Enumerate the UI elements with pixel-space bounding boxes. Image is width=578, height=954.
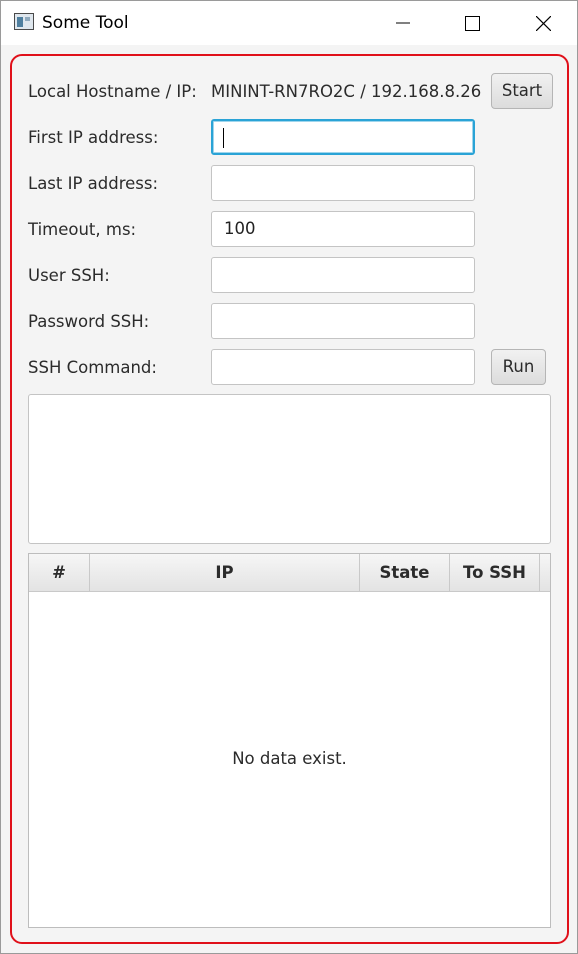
window-title: Some Tool [42,13,129,33]
last-ip-input[interactable] [211,165,475,201]
local-hostname-value: MININT-RN7RO2C / 192.168.8.26 [211,82,482,101]
password-ssh-label: Password SSH: [28,312,150,331]
minimize-button[interactable] [380,1,426,45]
column-header-number[interactable]: # [29,554,90,591]
maximize-icon [464,15,480,31]
table-header: # IP State To SSH [29,554,550,592]
text-caret [223,127,224,148]
timeout-label: Timeout, ms: [28,220,137,239]
user-ssh-input[interactable] [211,257,475,293]
app-window: Some Tool Local Hostname / IP: MININT-RN… [0,0,578,954]
maximize-button[interactable] [449,1,495,45]
column-header-state[interactable]: State [360,554,450,591]
password-ssh-input[interactable] [211,303,475,339]
close-icon [535,15,551,31]
first-ip-label: First IP address: [28,128,159,147]
timeout-input[interactable]: 100 [211,211,475,247]
start-button[interactable]: Start [491,73,553,109]
user-ssh-label: User SSH: [28,266,110,285]
ssh-command-label: SSH Command: [28,358,157,377]
output-textarea[interactable] [28,394,551,544]
minimize-icon [396,22,410,24]
run-button[interactable]: Run [491,349,546,385]
ssh-command-input[interactable] [211,349,475,385]
empty-table-message: No data exist. [232,749,347,768]
app-icon [14,13,34,30]
results-table[interactable]: # IP State To SSH No data exist. [28,553,551,928]
first-ip-input[interactable] [211,119,475,155]
close-button[interactable] [520,1,566,45]
last-ip-label: Last IP address: [28,174,159,193]
title-bar[interactable]: Some Tool [1,1,577,45]
column-header-ip[interactable]: IP [90,554,360,591]
column-header-to-ssh[interactable]: To SSH [450,554,540,591]
local-hostname-label: Local Hostname / IP: [28,82,197,101]
